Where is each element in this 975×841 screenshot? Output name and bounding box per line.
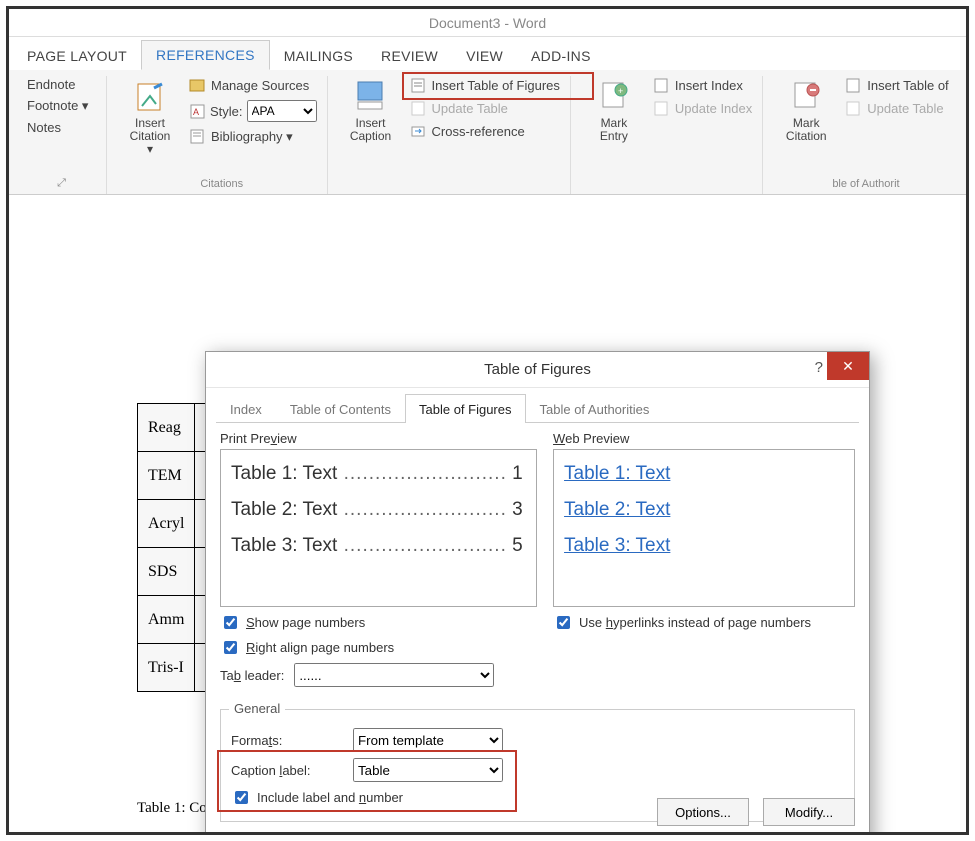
ribbon-tab-addins[interactable]: ADD-INS <box>517 42 605 70</box>
insert-toa-button[interactable]: Insert Table of <box>841 76 952 95</box>
web-preview-box[interactable]: Table 1: Text Table 2: Text Table 3: Tex… <box>553 449 855 607</box>
dialog-close-button[interactable]: ✕ <box>827 352 869 380</box>
insert-index-button[interactable]: Insert Index <box>649 76 756 95</box>
table-cell[interactable]: Amm <box>138 596 195 644</box>
citation-icon <box>132 78 168 114</box>
caption-label-select[interactable]: Table <box>353 758 503 782</box>
update-toa-icon <box>845 100 862 117</box>
ribbon-tab-review[interactable]: REVIEW <box>367 42 452 70</box>
dialog-title: Table of Figures ? ✕ <box>206 352 869 388</box>
dialog-tabs: Index Table of Contents Table of Figures… <box>216 394 859 423</box>
ribbon-tab-page-layout[interactable]: PAGE LAYOUT <box>13 42 141 70</box>
manage-sources-button[interactable]: Manage Sources <box>185 76 321 95</box>
use-hyperlinks-checkbox[interactable]: Use hyperlinks instead of page numbers <box>553 613 855 632</box>
window-title: Document3 - Word <box>9 9 966 37</box>
table-cell[interactable]: Reag <box>138 404 195 452</box>
citations-group-label: Citations <box>123 176 321 192</box>
print-preview-label: Print Preview <box>220 431 537 446</box>
citation-style-row: A Style: APA <box>185 99 321 123</box>
bibliography-icon <box>189 128 206 145</box>
bibliography-button[interactable]: Bibliography ▾ <box>185 127 321 146</box>
svg-text:+: + <box>618 86 623 96</box>
dialog-tab-tof[interactable]: Table of Figures <box>405 394 526 423</box>
tab-leader-select[interactable]: ...... <box>294 663 494 687</box>
manage-sources-icon <box>189 77 206 94</box>
cross-reference-button[interactable]: Cross-reference <box>406 122 564 141</box>
options-button[interactable]: Options... <box>657 798 749 826</box>
table-cell[interactable]: Acryl <box>138 500 195 548</box>
print-preview-box[interactable]: Table 1: Text ..........................… <box>220 449 537 607</box>
update-toa-button[interactable]: Update Table <box>841 99 952 118</box>
caption-icon <box>353 78 389 114</box>
table-cell[interactable]: Tris-I <box>138 644 195 692</box>
dialog-tab-toc[interactable]: Table of Contents <box>276 394 405 423</box>
tab-leader-label: Tab leader: <box>220 668 284 683</box>
insert-endnote-button[interactable]: Endnote <box>23 76 92 93</box>
mark-entry-button[interactable]: + Mark Entry <box>587 76 641 145</box>
table-of-figures-dialog: Table of Figures ? ✕ Index Table of Cont… <box>205 351 870 832</box>
tof-icon <box>410 77 427 94</box>
footnotes-launcher[interactable]: ⤢ <box>23 175 100 192</box>
authorities-group-label: ble of Authorit <box>779 176 952 192</box>
update-index-icon <box>653 100 670 117</box>
show-notes-button[interactable]: Notes <box>23 119 92 136</box>
next-footnote-button[interactable]: Footnote ▾ <box>23 97 92 115</box>
web-preview-label: Web Preview <box>553 431 855 446</box>
modify-button[interactable]: Modify... <box>763 798 855 826</box>
toa-icon <box>845 77 862 94</box>
caption-label-label: Caption label: <box>231 763 341 778</box>
show-page-numbers-checkbox[interactable]: Show page numbers <box>220 613 537 632</box>
mark-citation-icon <box>788 78 824 114</box>
insert-citation-button[interactable]: Insert Citation ▾ <box>123 76 177 159</box>
document-area[interactable]: Reag TEM Acryl SDS Amm Tris-I Table 1: C… <box>9 195 966 832</box>
insert-index-icon <box>653 77 670 94</box>
dialog-tab-index[interactable]: Index <box>216 394 276 423</box>
table-cell[interactable]: TEM <box>138 452 195 500</box>
general-legend: General <box>229 701 285 716</box>
style-label: Style: <box>210 104 243 119</box>
insert-table-of-figures-button[interactable]: Insert Table of Figures <box>406 76 564 95</box>
ribbon-tab-references[interactable]: REFERENCES <box>141 40 270 70</box>
formats-select[interactable]: From template <box>353 728 503 752</box>
citation-style-select[interactable]: APA <box>247 100 317 122</box>
dialog-help-button[interactable]: ? <box>815 359 823 376</box>
ribbon-tabs: PAGE LAYOUT REFERENCES MAILINGS REVIEW V… <box>9 37 966 70</box>
dialog-tab-toa[interactable]: Table of Authorities <box>526 394 664 423</box>
ribbon-tab-view[interactable]: VIEW <box>452 42 517 70</box>
formats-label: Formats: <box>231 733 341 748</box>
table-cell[interactable]: SDS <box>138 548 195 596</box>
update-tof-button[interactable]: Update Table <box>406 99 564 118</box>
update-index-button[interactable]: Update Index <box>649 99 756 118</box>
mark-entry-icon: + <box>596 78 632 114</box>
ribbon-tab-mailings[interactable]: MAILINGS <box>270 42 367 70</box>
update-icon <box>410 100 427 117</box>
style-icon: A <box>189 103 206 120</box>
svg-text:A: A <box>193 107 199 117</box>
mark-citation-button[interactable]: Mark Citation <box>779 76 833 145</box>
right-align-checkbox[interactable]: Right align page numbers <box>220 638 537 657</box>
crossref-icon <box>410 123 427 140</box>
ribbon: Endnote Footnote ▾ Notes ⤢ Insert Citati… <box>9 70 966 195</box>
insert-caption-button[interactable]: Insert Caption <box>344 76 398 145</box>
